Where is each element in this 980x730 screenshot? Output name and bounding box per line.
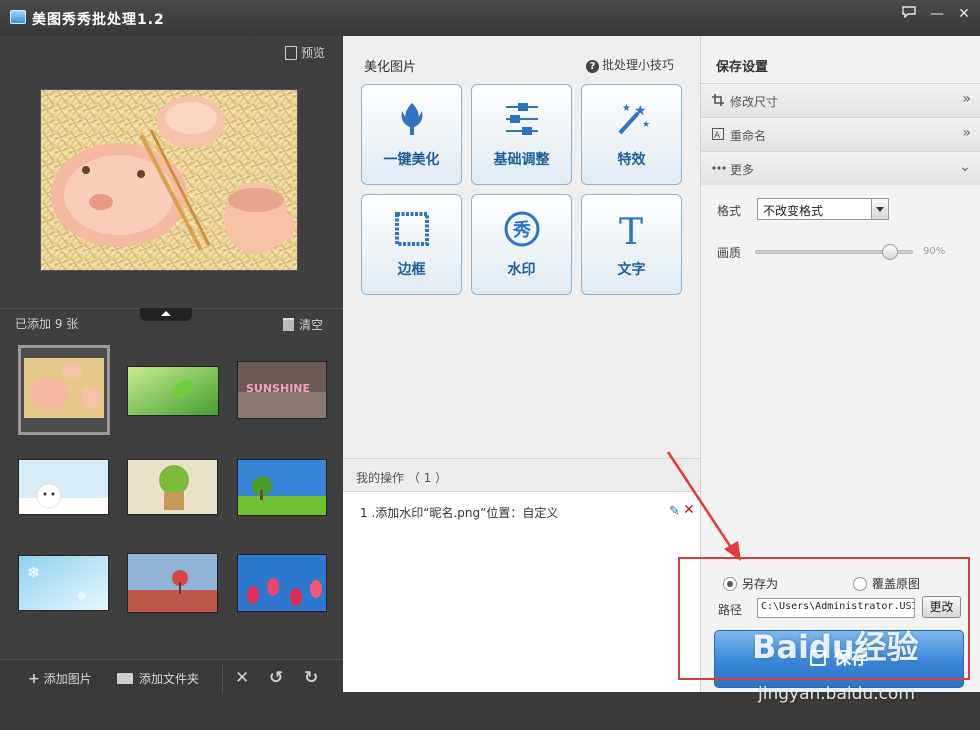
- annotation-arrow: [666, 451, 741, 561]
- bottom-strip: [0, 722, 980, 730]
